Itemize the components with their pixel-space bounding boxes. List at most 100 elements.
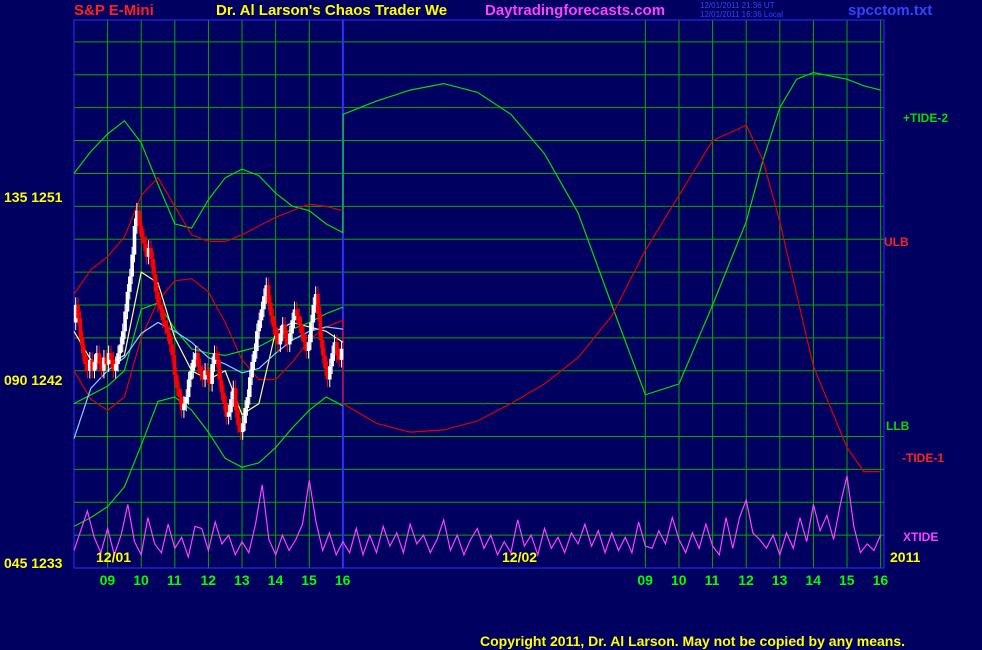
x-tick-label: 10	[133, 572, 149, 588]
candle-body	[309, 322, 313, 343]
candle-body	[320, 340, 325, 356]
candle-body	[217, 359, 221, 380]
year-label: 2011	[890, 549, 921, 565]
candle-body	[196, 353, 200, 367]
y-tick-label: 090 1242	[4, 372, 63, 388]
candle-body	[257, 320, 261, 332]
candle-body	[80, 337, 85, 354]
candle-body	[269, 302, 273, 316]
candle-body	[283, 324, 287, 338]
candle-body	[335, 342, 339, 356]
x-tick-label: 13	[234, 572, 250, 588]
candle-body	[109, 353, 113, 360]
candle-body	[167, 333, 172, 345]
candle-body	[191, 359, 196, 371]
candle-body	[177, 388, 181, 398]
candle-body	[97, 353, 102, 365]
candle-body	[229, 399, 233, 413]
candle-body	[149, 247, 153, 259]
label-tide2: +TIDE-2	[903, 111, 949, 125]
candle-body	[247, 377, 252, 398]
candle-body	[278, 333, 283, 345]
candle-body	[339, 348, 344, 360]
candle-body	[175, 375, 179, 389]
x-tick-label: 09	[99, 572, 116, 588]
x-tick-label: 14	[267, 572, 284, 588]
candle-body	[137, 210, 142, 227]
candle-body	[198, 366, 203, 373]
grid	[73, 19, 885, 569]
candle-body	[184, 397, 189, 404]
candle-body	[287, 333, 292, 345]
candle-body	[250, 361, 254, 378]
timestamp-ut: 12/01/2011 21:36 UT	[700, 1, 775, 10]
candle-body	[125, 291, 130, 312]
candle-body	[160, 309, 165, 321]
candle-body	[76, 304, 80, 319]
x-tick-label: 12	[738, 572, 754, 588]
candle-body	[118, 344, 123, 354]
candle-body	[78, 318, 83, 338]
candle-body	[311, 304, 316, 323]
candle-body	[113, 364, 118, 371]
candle-body	[127, 276, 132, 292]
candle-body	[236, 410, 240, 426]
candle-body	[165, 326, 170, 334]
candle-body	[259, 309, 264, 321]
series-layer	[73, 71, 882, 560]
candle-body	[170, 344, 174, 356]
x-tick-label: 15	[301, 572, 317, 588]
timestamp-local: 12/01/2011 16:36 Local	[700, 10, 784, 19]
candle-body	[142, 237, 146, 244]
candle-body	[323, 355, 327, 369]
x-tick-label: 14	[805, 572, 821, 588]
label-tide1: -TIDE-1	[902, 451, 944, 465]
candle-body	[302, 333, 306, 343]
candle-body	[219, 379, 224, 393]
chaos-trader-chart	[73, 19, 885, 569]
y-tick-label: 135 1251	[4, 189, 63, 205]
candle-body	[172, 355, 177, 376]
x-tick-label: 11	[704, 572, 720, 588]
candle-body	[158, 304, 163, 310]
candle-body	[132, 226, 137, 255]
candle-body	[163, 320, 167, 327]
candle-body	[327, 366, 332, 380]
series-line	[73, 71, 881, 396]
x-tick-label: 11	[166, 572, 182, 588]
series-line	[73, 124, 881, 473]
file-label: spcctom.txt	[848, 2, 933, 19]
candle-body	[243, 407, 247, 424]
x-tick-label: 13	[771, 572, 788, 588]
candle-body	[83, 353, 87, 365]
candle-body	[153, 274, 158, 292]
label-llb: LLB	[886, 419, 910, 433]
candle-body	[226, 412, 231, 417]
candle-body	[215, 353, 219, 360]
x-tick-label: 10	[670, 572, 687, 588]
candle-body	[123, 311, 127, 332]
candle-body	[252, 350, 257, 362]
candle-body	[306, 342, 311, 351]
candle-body	[205, 370, 210, 376]
candle-body	[222, 392, 226, 404]
candle-body	[262, 296, 266, 310]
x-tick-label: 16	[334, 572, 351, 588]
x-tick-label: 15	[839, 572, 855, 588]
candle-body	[186, 379, 191, 398]
x-tick-label: 16	[872, 572, 889, 588]
x-tick-label: 09	[637, 572, 653, 588]
candle-body	[245, 397, 250, 408]
candle-body	[151, 258, 156, 275]
candle-body	[233, 388, 238, 411]
candle-body	[120, 331, 125, 345]
symbol-label: S&P E-Mini	[74, 2, 154, 19]
y-tick-label: 045 1233	[4, 555, 63, 571]
candle-body	[299, 324, 304, 334]
candle-body	[318, 313, 323, 341]
candle-body	[240, 423, 245, 433]
candle-body	[330, 353, 334, 367]
candle-body	[92, 361, 97, 371]
label-ulb: ULB	[884, 235, 909, 249]
candle-body	[316, 294, 320, 314]
